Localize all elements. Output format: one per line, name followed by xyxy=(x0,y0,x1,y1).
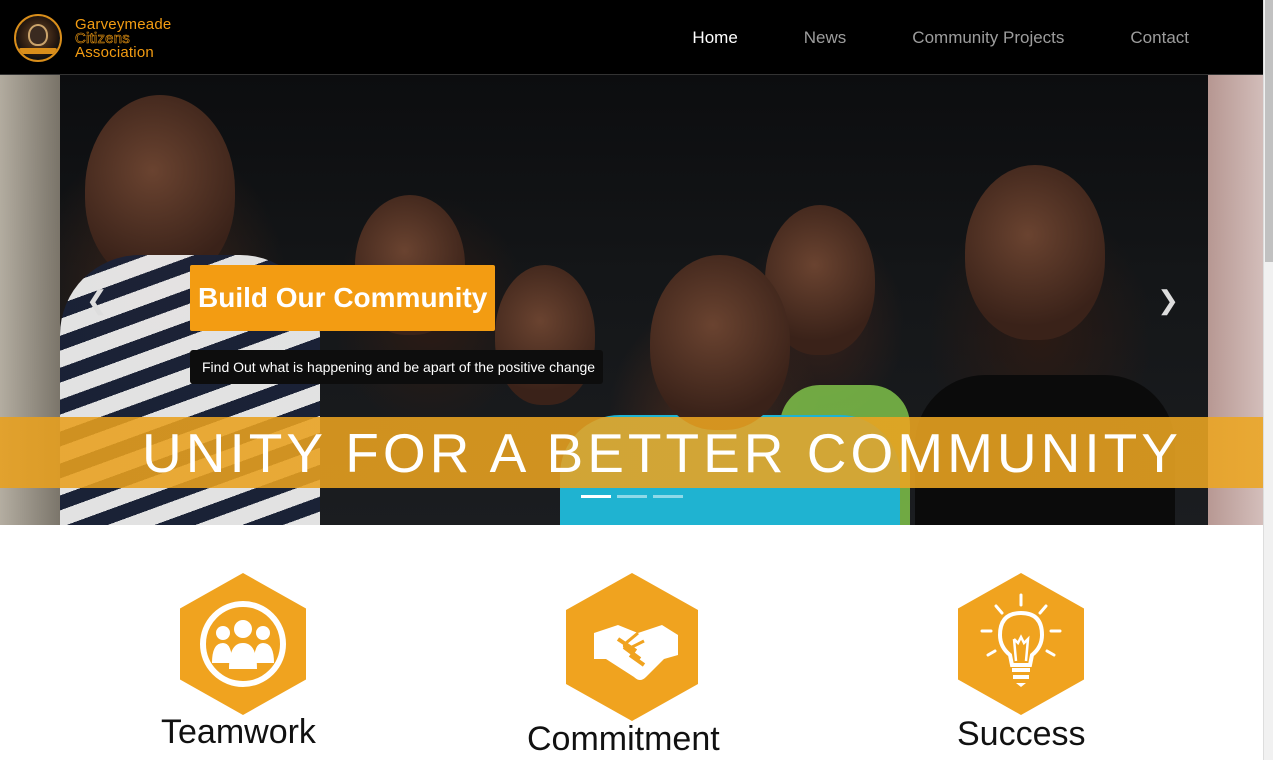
brand-name[interactable]: Garveymeade Citizens Association xyxy=(75,17,172,61)
chevron-left-icon: ❮ xyxy=(86,285,108,315)
photo-person xyxy=(965,165,1105,340)
carousel-indicator-2[interactable] xyxy=(617,495,647,498)
handshake-icon xyxy=(594,625,678,680)
nav-news[interactable]: News xyxy=(804,28,847,48)
carousel-next-button[interactable]: ❯ xyxy=(1157,285,1179,315)
hero-banner-text: UNITY FOR A BETTER COMMUNITY xyxy=(142,422,1182,484)
carousel-indicators xyxy=(581,495,683,498)
lightbulb-icon xyxy=(980,593,1062,687)
feature-title-teamwork: Teamwork xyxy=(161,713,316,751)
success-badge xyxy=(958,573,1084,715)
nav-community-projects[interactable]: Community Projects xyxy=(912,28,1064,48)
brand-line-3: Association xyxy=(75,44,154,61)
feature-title-commitment: Commitment xyxy=(527,720,720,758)
team-icon xyxy=(200,601,286,687)
carousel-indicator-3[interactable] xyxy=(653,495,683,498)
scrollbar-thumb[interactable] xyxy=(1265,0,1273,262)
feature-title-success: Success xyxy=(957,715,1086,753)
main-nav: Home News Community Projects Contact xyxy=(626,0,1189,75)
hero-title: Build Our Community xyxy=(190,265,496,331)
hero-carousel: ❮ ❯ UNITY FOR A BETTER COMMUNITY Build O… xyxy=(0,75,1263,525)
teamwork-badge xyxy=(180,573,306,715)
photo-person xyxy=(650,255,790,430)
commitment-badge xyxy=(566,573,698,721)
photo-person xyxy=(495,265,595,405)
chevron-right-icon: ❯ xyxy=(1157,285,1179,315)
nav-contact[interactable]: Contact xyxy=(1130,28,1189,48)
page-scrollbar[interactable] xyxy=(1263,0,1273,760)
carousel-prev-button[interactable]: ❮ xyxy=(86,285,108,315)
association-logo[interactable] xyxy=(14,14,62,62)
carousel-indicator-1[interactable] xyxy=(581,495,611,498)
top-navbar: Garveymeade Citizens Association Home Ne… xyxy=(0,0,1263,75)
hero-subtitle: Find Out what is happening and be apart … xyxy=(190,350,604,384)
nav-home[interactable]: Home xyxy=(692,28,737,48)
